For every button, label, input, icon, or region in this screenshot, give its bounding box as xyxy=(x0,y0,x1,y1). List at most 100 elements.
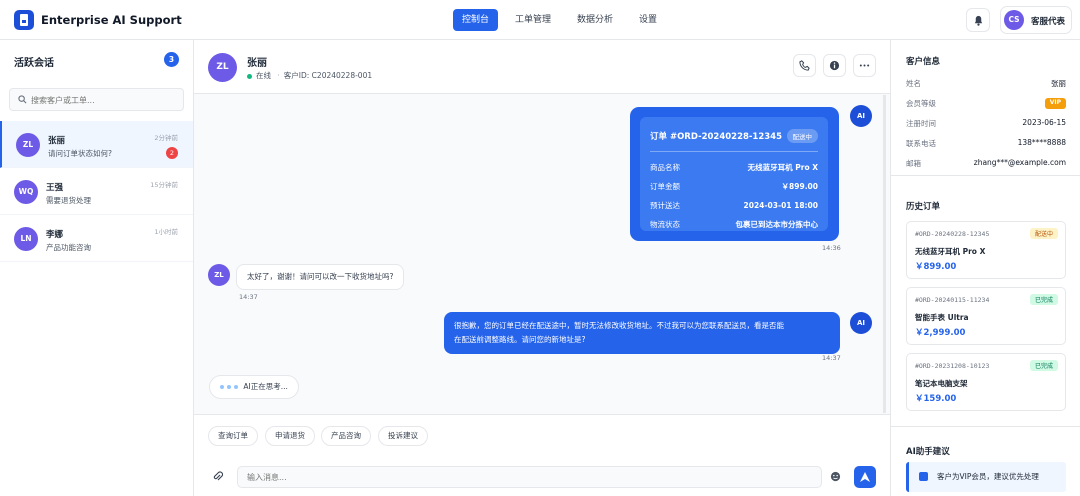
product-name: 笔记本电脑支架 xyxy=(915,379,968,388)
info-row: 姓名 张丽 xyxy=(906,78,1066,89)
conversation-time: 15分钟前 xyxy=(150,181,178,189)
online-indicator xyxy=(247,73,252,79)
order-card-message: 订单 #ORD-20240228-12345 配送中 商品名称 无线蓝牙耳机 Pr… xyxy=(630,107,839,241)
check-icon xyxy=(919,472,928,481)
product-name: 无线蓝牙耳机 Pro X xyxy=(915,247,986,256)
status-badge: 已完成 xyxy=(1029,360,1058,371)
quick-action-button[interactable]: 产品咨询 xyxy=(321,426,371,446)
conversation-name: 张丽 xyxy=(48,136,66,146)
vip-badge: VIP xyxy=(1044,98,1066,109)
composer xyxy=(194,456,890,496)
avatar: LN xyxy=(14,227,38,251)
nav-item-analytics[interactable]: 数据分析 xyxy=(568,9,622,31)
user-menu[interactable]: CS 客服代表 xyxy=(1000,6,1072,34)
row-label: 订单金额 xyxy=(650,182,680,191)
order-history-card[interactable]: #ORD-20231208-10123 已完成 笔记本电脑支架 ￥159.00 xyxy=(906,353,1066,411)
order-row: 物流状态 包裹已到达本市分拣中心 xyxy=(650,215,818,234)
row-value: ￥899.00 xyxy=(781,182,818,191)
more-icon xyxy=(859,64,870,67)
conversation-sidebar: 活跃会话 3 ZL 张丽 请问订单状态如何? 2分钟前 2 WQ 王强 需要退货… xyxy=(0,40,194,496)
order-id: #ORD-20240115-11234 xyxy=(915,296,990,304)
conversation-time: 2分钟前 xyxy=(154,134,178,142)
logo-icon xyxy=(14,10,34,30)
ai-message: 很抱歉，您的订单已经在配送途中，暂时无法修改收货地址。不过我可以为您联系配送员，… xyxy=(444,312,840,354)
notification-button[interactable] xyxy=(966,8,990,32)
search-input[interactable] xyxy=(31,93,179,107)
order-card-title: 订单 #ORD-20240228-12345 xyxy=(650,132,783,142)
order-row: 预计送达 2024-03-01 18:00 xyxy=(650,196,818,215)
avatar: ZL xyxy=(16,133,40,157)
order-row: 商品名称 无线蓝牙耳机 Pro X xyxy=(650,158,818,177)
info-label: 会员等级 xyxy=(906,99,936,108)
info-button[interactable] xyxy=(823,54,846,77)
send-button[interactable] xyxy=(854,466,876,488)
status-badge: 配送中 xyxy=(1029,228,1058,239)
chat-header: ZL 张丽 在线 · 客户ID: C20240228-001 xyxy=(194,40,890,94)
avatar: CS xyxy=(1004,10,1024,30)
phone-icon xyxy=(799,60,810,71)
status-badge: 已完成 xyxy=(1029,294,1058,305)
info-row: 注册时间 2023-06-15 xyxy=(906,118,1066,129)
quick-actions: 查询订单 申请退货 产品咨询 投诉建议 xyxy=(194,414,890,456)
status-text: 在线 xyxy=(256,71,271,80)
customer-name: 张丽 xyxy=(247,58,267,69)
customer-message: 太好了，谢谢！请问可以改一下收货地址吗? xyxy=(236,264,405,290)
ai-suggestion[interactable]: 客户为VIP会员，建议优先处理 xyxy=(906,462,1066,492)
bell-icon xyxy=(974,15,983,26)
sidebar-title: 活跃会话 xyxy=(14,58,54,69)
message-list[interactable]: 订单 #ORD-20240228-12345 配送中 商品名称 无线蓝牙耳机 Pr… xyxy=(194,95,890,413)
info-value: 138****8888 xyxy=(1017,138,1066,147)
avatar: WQ xyxy=(14,180,38,204)
section-title: 历史订单 xyxy=(906,202,941,212)
customer-id: 客户ID: C20240228-001 xyxy=(283,71,373,80)
ai-message-line: 很抱歉，您的订单已经在配送途中，暂时无法修改收货地址。不过我可以为您联系配送员，… xyxy=(454,321,784,330)
order-history-card[interactable]: #ORD-20240228-12345 配送中 无线蓝牙耳机 Pro X ￥89… xyxy=(906,221,1066,279)
info-value: 2023-06-15 xyxy=(1022,118,1066,127)
ai-avatar: AI xyxy=(850,312,872,334)
info-value: 张丽 xyxy=(1051,79,1066,88)
info-row: 邮箱 zhang***@example.com xyxy=(906,158,1066,169)
nav-item-dashboard[interactable]: 控制台 xyxy=(453,9,499,31)
search-icon xyxy=(18,95,27,104)
order-id: #ORD-20231208-10123 xyxy=(915,362,990,370)
product-name: 智能手表 Ultra xyxy=(915,313,969,322)
search-box[interactable] xyxy=(9,88,184,111)
conversation-item[interactable]: ZL 张丽 请问订单状态如何? 2分钟前 2 xyxy=(0,121,193,168)
nav-item-settings[interactable]: 设置 xyxy=(630,9,666,31)
row-label: 物流状态 xyxy=(650,220,680,229)
nav-item-tickets[interactable]: 工单管理 xyxy=(506,9,560,31)
attachment-icon[interactable] xyxy=(212,470,223,482)
section-title: AI助手建议 xyxy=(906,447,950,457)
row-value: 2024-03-01 18:00 xyxy=(743,201,818,210)
order-history-card[interactable]: #ORD-20240115-11234 已完成 智能手表 Ultra ￥2,99… xyxy=(906,287,1066,345)
order-history-section: 历史订单 #ORD-20240228-12345 配送中 无线蓝牙耳机 Pro … xyxy=(891,187,1080,427)
user-name: 客服代表 xyxy=(1031,17,1066,27)
order-price: ￥899.00 xyxy=(915,262,957,272)
scrollbar[interactable] xyxy=(883,95,886,413)
avatar: ZL xyxy=(208,53,237,82)
unread-badge: 2 xyxy=(166,147,178,159)
suggestion-text: 客户为VIP会员，建议优先处理 xyxy=(937,472,1039,481)
conversation-item[interactable]: LN 李娜 产品功能咨询 1小时前 xyxy=(0,215,193,262)
conversation-name: 王强 xyxy=(46,183,64,193)
quick-action-button[interactable]: 查询订单 xyxy=(208,426,258,446)
message-time: 14:36 xyxy=(822,244,841,252)
quick-action-button[interactable]: 申请退货 xyxy=(265,426,315,446)
message-input[interactable] xyxy=(237,466,822,488)
row-value: 包裹已到达本市分拣中心 xyxy=(735,220,819,229)
active-count-badge: 3 xyxy=(164,52,179,67)
conversation-preview: 产品功能咨询 xyxy=(46,243,91,252)
conversation-preview: 需要退货处理 xyxy=(46,196,91,205)
conversation-time: 1小时前 xyxy=(154,228,178,236)
ai-message-line: 在配送前调整路线。请问您的新地址是? xyxy=(454,335,586,344)
avatar: ZL xyxy=(208,264,230,286)
order-card: 订单 #ORD-20240228-12345 配送中 商品名称 无线蓝牙耳机 Pr… xyxy=(640,117,828,231)
more-button[interactable] xyxy=(853,54,876,77)
message-time: 14:37 xyxy=(239,293,258,301)
conversation-item[interactable]: WQ 王强 需要退货处理 15分钟前 xyxy=(0,168,193,215)
call-button[interactable] xyxy=(793,54,816,77)
emoji-icon[interactable] xyxy=(830,471,841,482)
row-label: 预计送达 xyxy=(650,201,680,210)
quick-action-button[interactable]: 投诉建议 xyxy=(378,426,428,446)
typing-text: AI正在思考... xyxy=(243,382,288,391)
